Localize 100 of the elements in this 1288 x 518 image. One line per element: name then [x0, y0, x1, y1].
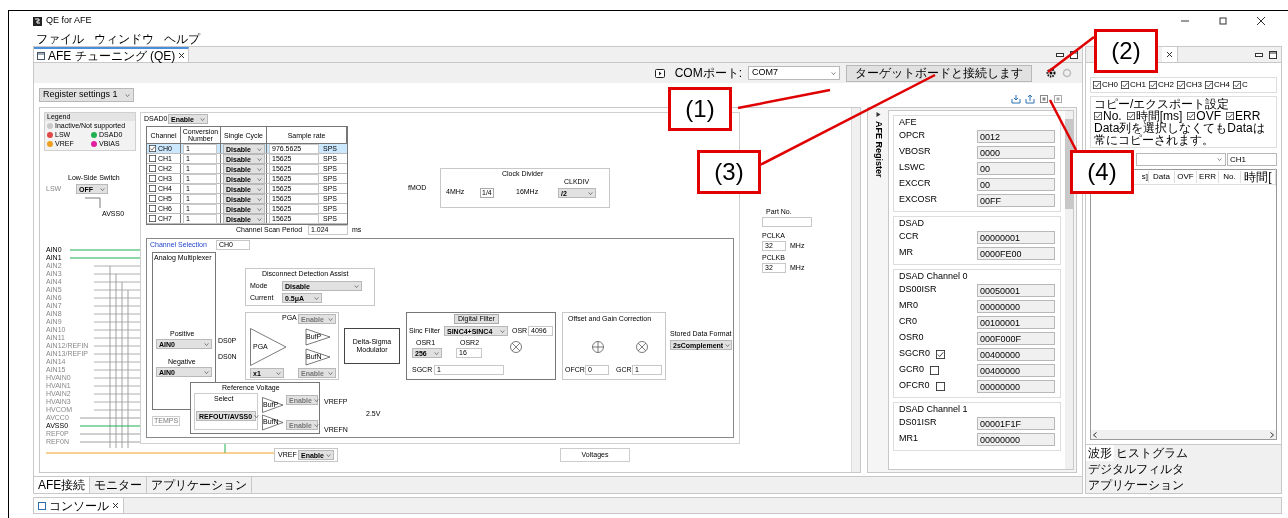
callout-label: (1) — [668, 87, 732, 131]
editor-tab[interactable]: AFE チューニング (QE) — [34, 47, 190, 62]
column-header[interactable]: No. — [1219, 171, 1241, 183]
connect-button[interactable]: ターゲットボードと接続します — [846, 64, 1032, 82]
register-value-field[interactable]: 00000000 — [977, 432, 1055, 446]
register-value-field[interactable]: 00 — [977, 161, 1055, 175]
export-icon[interactable] — [1025, 94, 1035, 104]
register-value-field[interactable]: 00FF — [977, 193, 1055, 207]
checkbox[interactable] — [1126, 112, 1135, 120]
register-panel-title[interactable]: AFE Register — [871, 121, 885, 178]
checkbox[interactable] — [1177, 81, 1186, 89]
scroll-left-icon[interactable] — [1093, 431, 1097, 438]
checkbox[interactable] — [1226, 112, 1235, 120]
checkbox[interactable] — [149, 205, 156, 212]
register-settings-dropdown[interactable]: Register settings 1 — [39, 88, 134, 102]
register-name: EXCOSR — [899, 193, 937, 207]
checkbox[interactable] — [1205, 81, 1214, 89]
register-value-field[interactable]: 0000 — [977, 145, 1055, 159]
menu-item[interactable]: ヘルプ — [164, 29, 200, 48]
register-value-field[interactable]: 0012 — [977, 129, 1055, 143]
column-header[interactable]: Data — [1149, 171, 1175, 183]
register-value-field[interactable]: 00400000 — [977, 363, 1055, 377]
caret-icon — [500, 329, 505, 333]
caret-icon — [434, 351, 439, 355]
checkbox[interactable] — [1094, 112, 1102, 120]
checkbox[interactable] — [149, 155, 156, 162]
scrollbar[interactable] — [851, 108, 860, 472]
com-port-dropdown[interactable]: COM7 — [748, 66, 840, 80]
caret-icon — [257, 177, 262, 181]
menu-item[interactable]: ファイル — [36, 29, 84, 48]
multiplier-icon — [636, 341, 648, 353]
console-tab[interactable]: コンソール — [34, 498, 124, 513]
view-tab[interactable]: アプリケーション — [1086, 477, 1186, 493]
view-tab[interactable]: 波形 — [1086, 445, 1114, 461]
checkbox[interactable] — [149, 185, 156, 192]
menu-item[interactable]: ウィンドウ — [94, 29, 154, 48]
expand-arrow-icon[interactable] — [875, 112, 881, 117]
horizontal-scrollbar[interactable] — [1091, 430, 1276, 439]
register-name: CR0 — [899, 315, 917, 329]
checkbox[interactable] — [1233, 81, 1242, 89]
register-value-field[interactable]: 000F000F — [977, 331, 1055, 345]
register-name: SGCR0 — [899, 347, 930, 361]
caret-icon — [204, 342, 209, 346]
wire — [84, 197, 101, 209]
caret-icon — [257, 197, 262, 201]
register-value-field[interactable]: 00400000 — [977, 347, 1055, 361]
close-icon[interactable] — [112, 502, 119, 509]
minimize-icon[interactable] — [1056, 52, 1064, 58]
app-logo-icon — [33, 16, 42, 26]
caret-icon — [328, 371, 333, 375]
checkbox[interactable] — [149, 195, 156, 202]
caret-icon — [254, 414, 260, 418]
column-header[interactable]: s] — [1137, 171, 1149, 183]
maximize-icon[interactable] — [1269, 51, 1277, 59]
caret-icon — [314, 296, 319, 300]
checkbox[interactable] — [149, 175, 156, 182]
part-number-field[interactable] — [762, 217, 812, 227]
checkbox[interactable] — [930, 365, 939, 375]
close-icon[interactable] — [1166, 51, 1173, 58]
checkbox[interactable] — [936, 349, 945, 359]
register-name: MR1 — [899, 432, 918, 446]
checkbox[interactable] — [149, 145, 156, 152]
view-tab[interactable] — [1162, 47, 1178, 62]
close-icon[interactable] — [178, 52, 186, 59]
callout-label: (4) — [1070, 150, 1134, 194]
checkbox-label: CH2 — [1158, 79, 1175, 91]
column-header[interactable]: ERR — [1197, 171, 1219, 183]
register-value-field[interactable]: 00000000 — [977, 299, 1055, 313]
maximize-icon[interactable] — [1070, 51, 1078, 59]
register-value-field[interactable]: 00050001 — [977, 283, 1055, 297]
register-value-field[interactable]: 00100001 — [977, 315, 1055, 329]
register-value-field[interactable]: 00 — [977, 177, 1055, 191]
window-icon — [37, 51, 45, 60]
settings-icon[interactable] — [1046, 68, 1056, 78]
register-value-field[interactable]: 00001F1F — [977, 416, 1055, 430]
register-value-field[interactable]: 0000FE00 — [977, 246, 1055, 260]
scrollbar[interactable] — [1065, 111, 1073, 469]
register-value-field[interactable]: 00000001 — [977, 230, 1055, 244]
scroll-right-icon[interactable] — [1270, 431, 1274, 438]
checkbox[interactable] — [1121, 81, 1129, 89]
import-icon[interactable] — [1011, 94, 1021, 104]
register-name: OPCR — [899, 129, 925, 143]
channel-dropdown[interactable]: CH1 — [1227, 153, 1277, 166]
checkbox[interactable] — [1093, 81, 1101, 89]
minimize-icon[interactable] — [1255, 52, 1263, 58]
checkbox[interactable] — [149, 165, 156, 172]
checkbox[interactable] — [935, 381, 945, 391]
buffer-drawing — [262, 397, 284, 431]
column-header[interactable]: OVF — [1175, 171, 1197, 183]
checkbox[interactable] — [149, 215, 156, 222]
close-icon[interactable] — [1256, 16, 1266, 26]
maximize-icon[interactable] — [1218, 16, 1228, 26]
caret-icon — [276, 371, 281, 375]
column-header[interactable]: 時間[ — [1241, 168, 1276, 186]
checkbox-label: C — [1242, 79, 1248, 91]
checkbox[interactable] — [1187, 112, 1196, 120]
checkbox[interactable] — [1149, 81, 1158, 89]
run-icon[interactable] — [654, 68, 665, 78]
bottom-tab[interactable]: AFE接続 — [34, 477, 91, 493]
register-value-field[interactable]: 00000000 — [977, 379, 1055, 393]
